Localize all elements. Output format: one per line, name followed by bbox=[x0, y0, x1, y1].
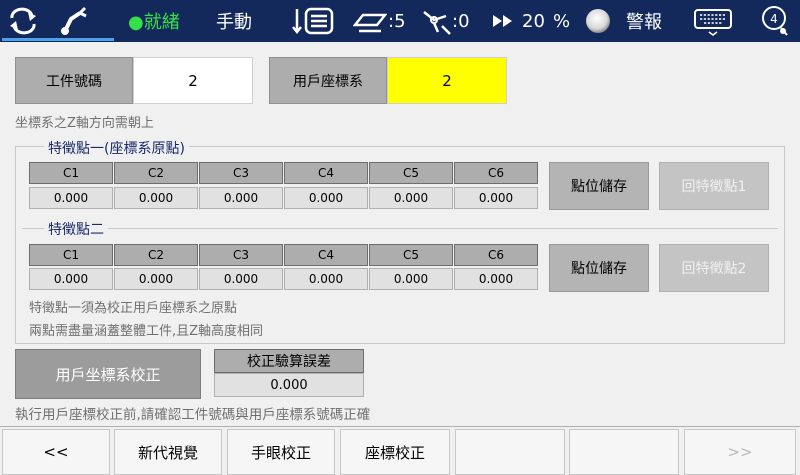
top-status-bar: ●就緒 手動 :5 :0 20 % 警報 4 bbox=[0, 0, 800, 42]
fast-forward-icon[interactable] bbox=[492, 0, 516, 42]
z-axis-note: 坐標系之Z軸方向需朝上 bbox=[15, 116, 154, 131]
save-point-2-button[interactable]: 點位儲存 bbox=[549, 244, 649, 292]
save-point-1-button[interactable]: 點位儲存 bbox=[549, 162, 649, 210]
tab-hand-eye-calibration[interactable]: 手眼校正 bbox=[227, 429, 335, 475]
tool-frame-value: :5 bbox=[388, 10, 406, 32]
p1-val-c3: 0.000 bbox=[199, 187, 283, 209]
joint-icon[interactable] bbox=[420, 0, 454, 42]
p1-val-c6: 0.000 bbox=[454, 187, 538, 209]
keyboard-icon[interactable] bbox=[693, 0, 733, 42]
tab-empty-1[interactable] bbox=[455, 429, 565, 475]
p2-val-c4: 0.000 bbox=[284, 268, 368, 290]
p2-col-c5: C5 bbox=[369, 244, 453, 266]
tab-syntec-vision[interactable]: 新代視覺 bbox=[114, 429, 222, 475]
tab-frame-calibration[interactable]: 座標校正 bbox=[340, 429, 450, 475]
p2-col-c6: C6 bbox=[454, 244, 538, 266]
calibration-footer-note: 執行用戶座標校正前,請確認工件號碼與用戶座標系號碼正確 bbox=[15, 407, 371, 423]
feature-point-1-title: 特徵點一(座標系原點) bbox=[44, 138, 189, 158]
notification-badge-icon[interactable]: 4 bbox=[760, 0, 790, 42]
joint-value: :0 bbox=[452, 10, 470, 32]
p1-col-c2: C2 bbox=[114, 162, 198, 184]
feature-point-2-title: 特徵點二 bbox=[44, 219, 108, 239]
user-frame-calibrate-button[interactable]: 用戶坐標系校正 bbox=[15, 349, 201, 399]
alarm-label[interactable]: 警報 bbox=[626, 0, 662, 42]
p1-val-c2: 0.000 bbox=[114, 187, 198, 209]
p1-col-c3: C3 bbox=[199, 162, 283, 184]
p2-val-c6: 0.000 bbox=[454, 268, 538, 290]
active-indicator-underline bbox=[2, 38, 114, 41]
points-separator bbox=[22, 228, 778, 229]
next-page-button[interactable]: >> bbox=[684, 429, 796, 475]
p1-val-c5: 0.000 bbox=[369, 187, 453, 209]
p1-val-c1: 0.000 bbox=[29, 187, 113, 209]
coverage-note: 兩點需盡量涵蓋整體工件,且Z軸高度相同 bbox=[29, 324, 264, 339]
p2-val-c3: 0.000 bbox=[199, 268, 283, 290]
bottom-navigation: << 新代視覺 手眼校正 座標校正 >> bbox=[0, 426, 800, 475]
prev-page-button[interactable]: << bbox=[2, 429, 110, 475]
robot-arm-icon[interactable] bbox=[56, 0, 90, 42]
user-frame-label: 用戶座標系 bbox=[269, 57, 387, 104]
p2-col-c2: C2 bbox=[114, 244, 198, 266]
p2-val-c1: 0.000 bbox=[29, 268, 113, 290]
program-list-icon[interactable] bbox=[290, 0, 336, 42]
user-frame-input[interactable]: 2 bbox=[387, 57, 507, 104]
ready-status: ●就緒 bbox=[128, 12, 180, 33]
p1-col-c4: C4 bbox=[284, 162, 368, 184]
p1-col-c1: C1 bbox=[29, 162, 113, 184]
calibration-error-value: 0.000 bbox=[214, 373, 364, 397]
robot-rotate-icon[interactable] bbox=[6, 0, 40, 42]
manual-mode-label[interactable]: 手動 bbox=[216, 0, 252, 42]
return-point-1-button[interactable]: 回特徵點1 bbox=[659, 162, 769, 210]
return-point-2-button[interactable]: 回特徵點2 bbox=[659, 244, 769, 292]
calibration-error-label: 校正驗算誤差 bbox=[214, 349, 364, 373]
p2-col-c1: C1 bbox=[29, 244, 113, 266]
tab-empty-2[interactable] bbox=[569, 429, 679, 475]
badge-number: 4 bbox=[770, 12, 778, 26]
p1-val-c4: 0.000 bbox=[284, 187, 368, 209]
p2-val-c5: 0.000 bbox=[369, 268, 453, 290]
p2-val-c2: 0.000 bbox=[114, 268, 198, 290]
p2-col-c3: C3 bbox=[199, 244, 283, 266]
status-lamp-icon bbox=[584, 0, 612, 42]
user-frame-calibration-panel: 工件號碼 2 用戶座標系 2 坐標系之Z軸方向需朝上 特徵點一(座標系原點) C… bbox=[0, 42, 800, 426]
workpiece-number-input[interactable]: 2 bbox=[133, 57, 253, 104]
p2-col-c4: C4 bbox=[284, 244, 368, 266]
speed-value: 20 bbox=[522, 10, 545, 32]
speed-unit: % bbox=[553, 10, 571, 32]
p1-col-c6: C6 bbox=[454, 162, 538, 184]
tool-frame-icon[interactable] bbox=[353, 0, 387, 42]
workpiece-number-label: 工件號碼 bbox=[15, 57, 133, 104]
origin-note: 特徵點一須為校正用戶座標系之原點 bbox=[29, 301, 238, 316]
p1-col-c5: C5 bbox=[369, 162, 453, 184]
